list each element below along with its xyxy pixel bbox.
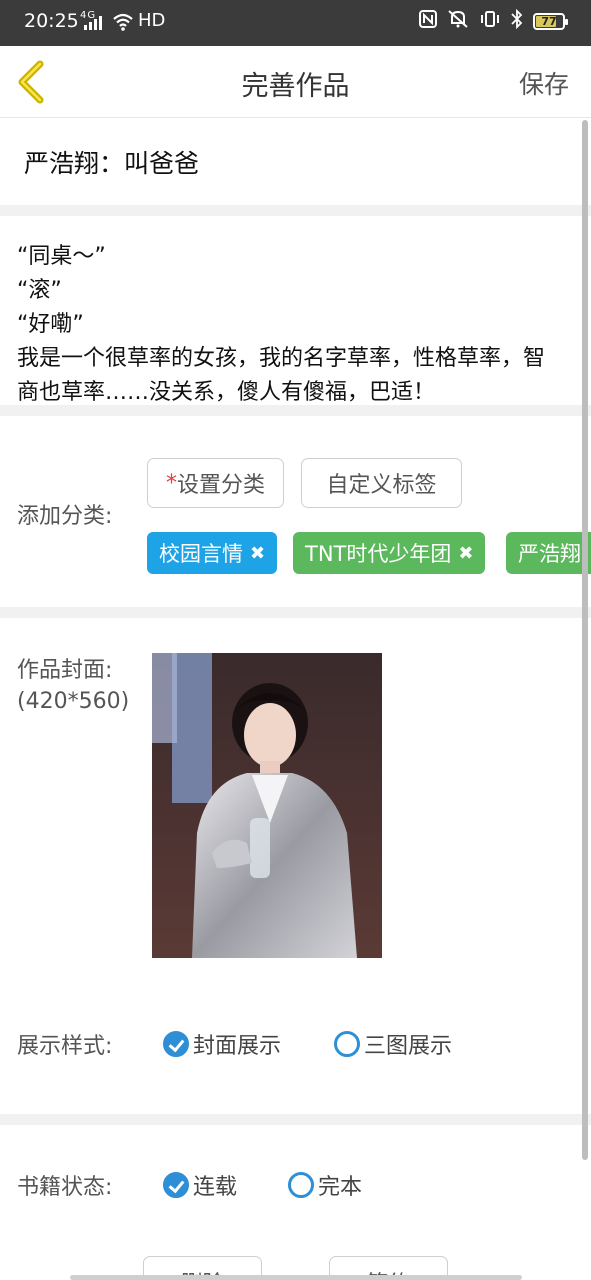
mute-icon: [447, 9, 469, 34]
display-style-label: 展示样式:: [17, 1034, 113, 1059]
intro-line: “同桌～”: [17, 244, 106, 269]
nfc-icon: [419, 10, 437, 33]
cover-image[interactable]: [152, 653, 382, 958]
required-star: *: [165, 470, 177, 496]
cover-label-size: (420*560): [17, 689, 130, 714]
horizontal-scrollbar[interactable]: [70, 1275, 522, 1280]
tag-label: 严浩翔: [518, 542, 581, 566]
section-divider: [0, 1114, 591, 1125]
radio-serializing[interactable]: 连载: [163, 1169, 237, 1201]
radio-checked-icon: [163, 1031, 189, 1057]
radio-checked-icon: [163, 1172, 189, 1198]
radio-label: 封面展示: [193, 1034, 282, 1059]
cover-label: 作品封面: (420*560): [17, 655, 129, 717]
wifi-icon: [113, 13, 133, 31]
section-divider: [0, 607, 591, 618]
section-divider: [0, 405, 591, 416]
intro-line: “好嘞”: [17, 312, 84, 337]
tag-label: TNT时代少年团: [305, 542, 452, 566]
intro-line: 我是一个很草率的女孩，我的名字草率，性格草率，智: [17, 346, 546, 371]
set-category-label: 设置分类: [176, 473, 265, 498]
category-tag[interactable]: TNT时代少年团 ✖: [293, 532, 486, 574]
work-title-field[interactable]: 严浩翔：叫爸爸: [24, 144, 199, 180]
cover-label-title: 作品封面:: [17, 658, 113, 683]
radio-unchecked-icon: [288, 1172, 314, 1198]
nav-bar: 完善作品 保存: [0, 46, 591, 118]
radio-completed[interactable]: 完本: [288, 1169, 362, 1201]
section-divider: [0, 205, 591, 216]
category-tag[interactable]: 严浩翔: [506, 532, 591, 574]
hd-indicator: HD: [138, 10, 166, 31]
bluetooth-icon: [511, 8, 523, 34]
intro-line: “滚”: [17, 278, 62, 303]
radio-cover-display[interactable]: 封面展示: [163, 1028, 281, 1060]
radio-label: 完本: [318, 1175, 363, 1200]
work-intro-field[interactable]: “同桌～” “滚” “好嘞” 我是一个很草率的女孩，我的名字草率，性格草率，智 …: [17, 240, 577, 405]
battery-level: 77: [541, 15, 557, 28]
battery-icon: 77: [533, 13, 568, 30]
category-label: 添加分类:: [17, 504, 113, 529]
save-button[interactable]: 保存: [519, 65, 569, 101]
radio-three-image-display[interactable]: 三图展示: [334, 1028, 452, 1060]
status-time: 20:25: [24, 10, 79, 32]
category-tag[interactable]: 校园言情 ✖: [147, 532, 278, 574]
close-icon[interactable]: ✖: [458, 543, 473, 564]
vibrate-icon: [479, 10, 501, 33]
radio-unchecked-icon: [334, 1031, 360, 1057]
vertical-scrollbar[interactable]: [582, 120, 588, 1160]
set-category-button[interactable]: * 设置分类: [147, 458, 284, 508]
intro-line: 商也草率……没关系，傻人有傻福，巴适！: [17, 380, 436, 405]
radio-label: 三图展示: [364, 1034, 453, 1059]
page-title: 完善作品: [241, 71, 350, 102]
status-right-icons: 77: [419, 8, 568, 34]
status-bar: 20:25 4G HD 77: [0, 0, 591, 46]
book-status-label: 书籍状态:: [17, 1175, 113, 1200]
close-icon[interactable]: ✖: [250, 543, 265, 564]
custom-tag-button[interactable]: 自定义标签: [301, 458, 462, 508]
signal-icon: [84, 16, 102, 30]
tag-label: 校园言情: [159, 542, 243, 566]
radio-label: 连载: [193, 1175, 238, 1200]
